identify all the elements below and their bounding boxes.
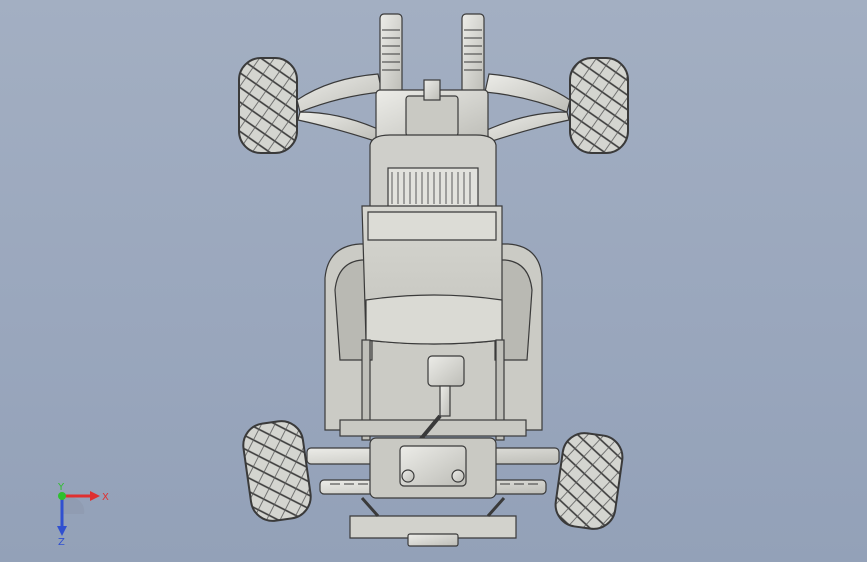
x-axis-arrow xyxy=(90,491,100,501)
car-chassis-model[interactable] xyxy=(0,0,867,562)
front-left-lower-arm xyxy=(297,111,381,143)
radiator xyxy=(387,167,479,209)
z-axis-arrow xyxy=(57,526,67,536)
y-axis-label: Y xyxy=(57,482,65,493)
front-left-tire xyxy=(238,57,298,154)
x-axis-label: X xyxy=(102,492,109,503)
front-right-lower-arm xyxy=(486,111,570,143)
graphics-viewport[interactable]: X Y Z xyxy=(0,0,867,562)
front-right-tire xyxy=(569,57,629,154)
rear-right-tire xyxy=(554,432,624,530)
front-right-upper-arm xyxy=(484,73,571,113)
steering-box xyxy=(427,355,465,387)
z-axis-label: Z xyxy=(58,537,65,546)
coordinate-triad: X Y Z xyxy=(57,482,109,546)
rear-left-tire xyxy=(242,420,312,522)
y-axis-dot xyxy=(58,492,66,500)
front-left-upper-arm xyxy=(296,73,383,113)
